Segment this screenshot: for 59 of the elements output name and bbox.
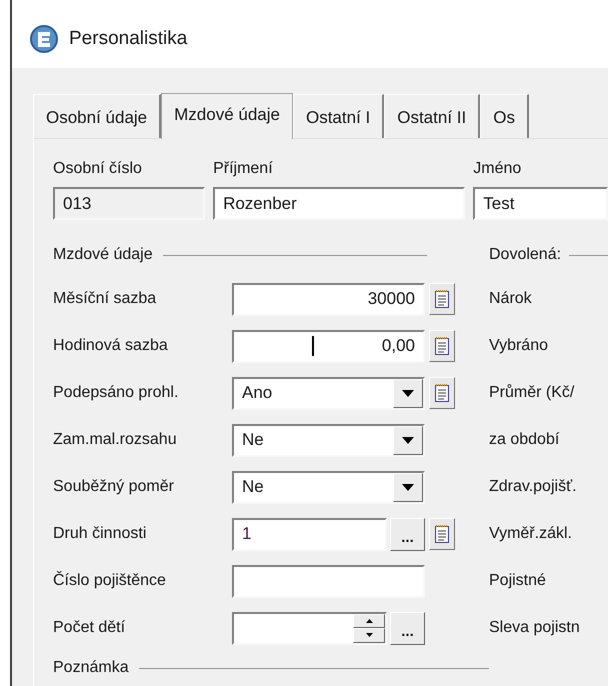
note-button[interactable]	[429, 518, 455, 550]
field-label: Vybráno	[489, 336, 548, 356]
notepad-icon	[434, 289, 450, 309]
tab[interactable]: Mzdové údaje	[161, 93, 293, 139]
field-value: 30000	[368, 288, 415, 310]
field-label: Průměr (Kč/	[489, 383, 574, 403]
window-title: Personalistika	[69, 26, 188, 51]
section-title: Mzdové údaje	[53, 245, 153, 265]
field-value: Ne	[241, 476, 265, 498]
field-label: Sleva pojistn	[489, 618, 580, 638]
browse-button[interactable]: ...	[390, 518, 425, 550]
field-value: 1	[242, 523, 252, 546]
tab[interactable]: Ostatní I	[292, 94, 384, 138]
spin-buttons-icon[interactable]	[353, 614, 385, 642]
dropdown-field[interactable]: Ne	[232, 424, 425, 456]
tab[interactable]: Os	[480, 94, 529, 138]
field-label: Jméno	[473, 159, 522, 179]
dropdown-field[interactable]: Ne	[232, 470, 425, 504]
field-label: Příjmení	[213, 159, 274, 179]
input-field[interactable]: Test	[473, 187, 608, 220]
app-logo-icon	[29, 24, 59, 54]
field-label: za období	[489, 430, 560, 450]
field-label: Hodinová sazba	[53, 336, 169, 356]
field-label: Osobní číslo	[53, 159, 143, 179]
field-label: Zam.mal.rozsahu	[53, 430, 178, 450]
field-label: Pojistné	[489, 571, 546, 591]
note-button[interactable]	[429, 283, 455, 315]
text-field[interactable]	[232, 564, 425, 598]
note-button[interactable]	[429, 330, 455, 362]
notepad-icon	[434, 524, 450, 544]
note-button[interactable]	[429, 377, 455, 409]
field-label: Vyměř.zákl.	[489, 524, 572, 544]
browse-button[interactable]: ...	[390, 612, 425, 644]
input-field[interactable]: Rozenber	[213, 187, 466, 220]
field-label: Měsíční sazba	[53, 289, 158, 309]
tab[interactable]: Ostatní II	[384, 94, 480, 138]
field-label: Zdrav.pojišť.	[489, 477, 577, 497]
section-title: Poznámka	[53, 658, 129, 678]
field-value: 0,00	[382, 335, 415, 358]
field-value: Test	[483, 192, 514, 215]
field-label: Počet dětí	[53, 618, 126, 638]
number-field[interactable]: 30000	[232, 282, 425, 316]
section-title: Dovolená:	[489, 245, 562, 265]
field-label: Souběžný poměr	[53, 477, 175, 497]
field-value: Rozenber	[223, 192, 297, 215]
field-label: Druh činnosti	[53, 524, 148, 544]
lookup-field[interactable]: 1	[232, 518, 387, 550]
notepad-icon	[434, 383, 450, 403]
tab[interactable]: Osobní údaje	[33, 94, 162, 138]
dropdown-field[interactable]: Ano	[232, 376, 425, 410]
number-field[interactable]: 0,00	[232, 330, 425, 362]
notepad-icon	[434, 336, 450, 356]
field-label: Podepsáno prohl.	[53, 383, 180, 403]
spinner-field[interactable]	[232, 612, 387, 644]
field-value: Ne	[241, 429, 265, 452]
field-label: Číslo pojištěnce	[53, 570, 167, 591]
field-value: Ano	[241, 382, 274, 404]
field-value: 013	[63, 192, 92, 215]
field-label: Nárok	[489, 289, 532, 309]
